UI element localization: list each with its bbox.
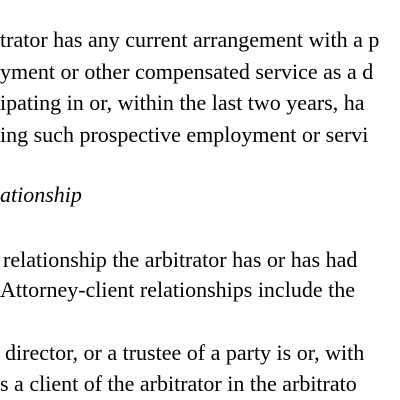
body-text-line: ing such prospective employment or servi — [0, 122, 369, 147]
body-text-line: s a client of the arbitrator in the arbi… — [0, 371, 357, 396]
body-text-line: ipating in or, within the last two years… — [0, 90, 365, 115]
body-text-line: trator has any current arrangement with … — [0, 27, 380, 52]
document-page: trator has any current arrangement with … — [0, 0, 400, 400]
section-heading: ationship — [0, 182, 82, 207]
body-text-line: Attorney-client relationships include th… — [0, 277, 355, 302]
body-text-line: relationship the arbitrator has or has h… — [3, 247, 358, 272]
body-text-line: director, or a trustee of a party is or,… — [5, 340, 365, 365]
body-text-line: yment or other compensated service as a … — [0, 59, 374, 84]
